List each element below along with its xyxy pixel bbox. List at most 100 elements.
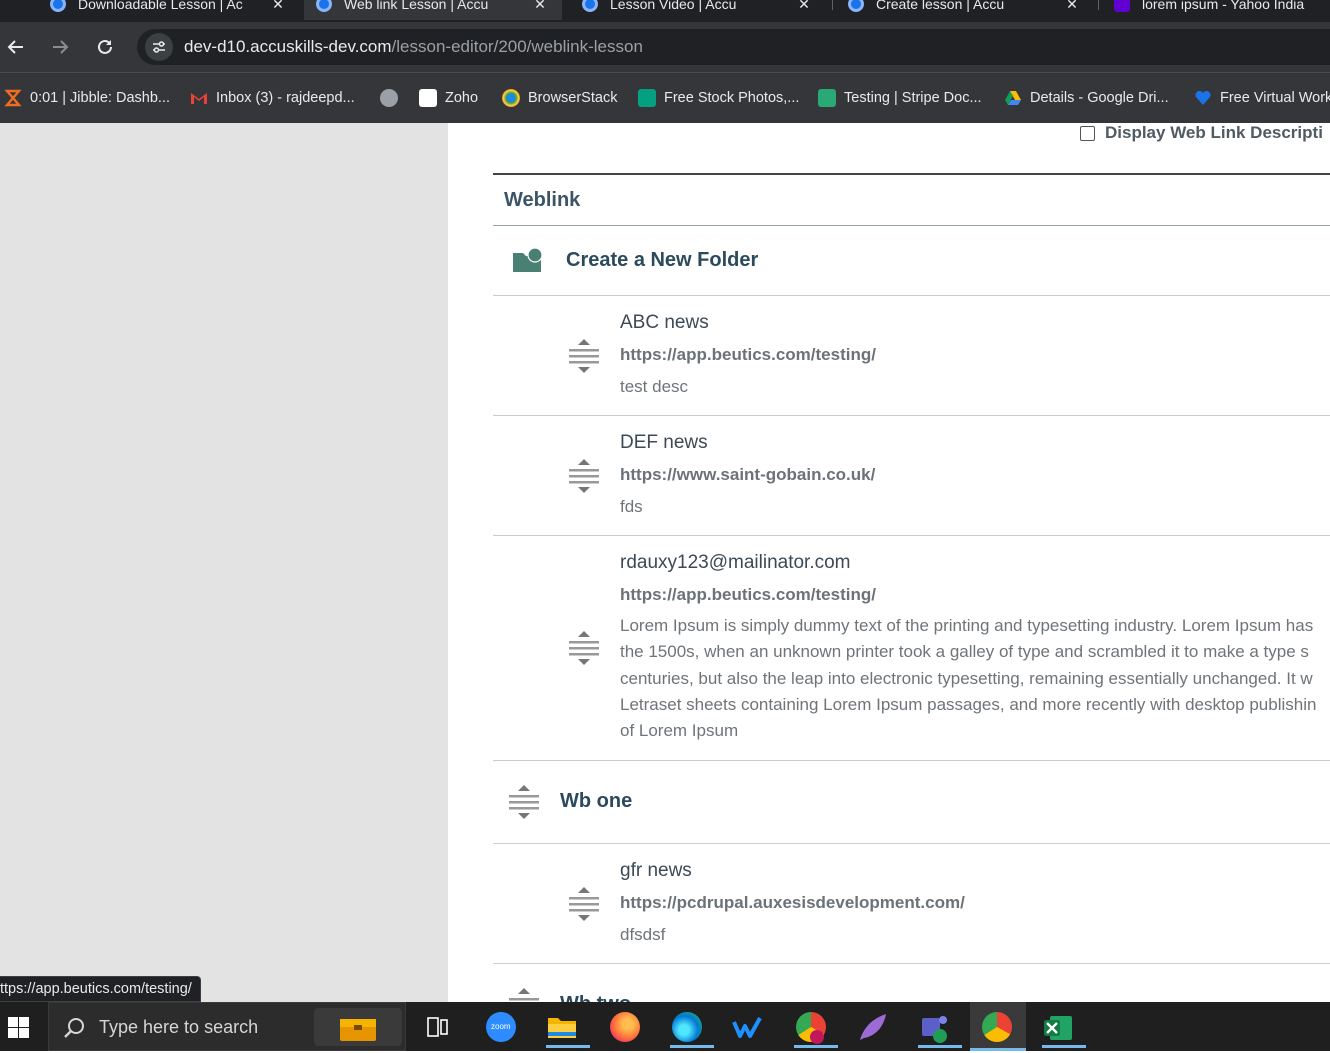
bookmark-gmail[interactable]: Inbox (3) - rajdeepd...: [190, 89, 355, 107]
weblink-description: Lorem Ipsum is simply dummy text of the …: [620, 613, 1330, 744]
bookmark-label: Free Virtual Work: [1220, 90, 1330, 106]
bookmark-stock-photos[interactable]: Free Stock Photos,...: [638, 89, 799, 107]
close-icon[interactable]: ✕: [532, 0, 548, 13]
bookmark-label: BrowserStack: [528, 90, 618, 106]
bookmark-label: Inbox (3) - rajdeepd...: [216, 90, 355, 106]
forward-arrow-icon: [53, 40, 69, 54]
url-host: dev-d10.accuskills-dev.com: [184, 37, 392, 56]
excel-icon[interactable]: [1036, 1008, 1086, 1048]
folder-add-icon: [513, 247, 542, 272]
display-description-toggle[interactable]: Display Web Link Descripti: [1080, 123, 1323, 143]
bookmark-label: Testing | Stripe Doc...: [844, 90, 982, 106]
weblink-title: DEF news: [620, 432, 708, 453]
edge-icon[interactable]: [664, 1008, 714, 1048]
bookmark-google-drive[interactable]: Details - Google Dri...: [1004, 89, 1169, 107]
url-text: dev-d10.accuskills-dev.com/lesson-editor…: [184, 37, 643, 57]
bookmark-label: Details - Google Dri...: [1030, 90, 1169, 106]
active-indicator: [1042, 1045, 1086, 1048]
tab-separator: [832, 0, 833, 10]
file-explorer-icon[interactable]: [540, 1008, 590, 1048]
weblink-description: fds: [620, 497, 643, 516]
zoom-icon[interactable]: zoom: [478, 1008, 522, 1048]
weblink-url[interactable]: https://app.beutics.com/testing/: [620, 585, 876, 605]
firefox-icon[interactable]: [602, 1008, 646, 1048]
tab-yahoo[interactable]: lorem ipsum - Yahoo India: [1102, 0, 1330, 20]
pexels-icon: [638, 89, 656, 107]
bookmark-label: Zoho: [445, 90, 479, 106]
description-line: Lorem Ipsum is simply dummy text of the …: [620, 616, 1314, 635]
chrome-icon[interactable]: [970, 1002, 1026, 1051]
yahoo-icon: [1114, 0, 1130, 12]
reload-button[interactable]: [91, 33, 119, 61]
drag-handle-icon[interactable]: [509, 988, 539, 1002]
close-icon[interactable]: ✕: [270, 0, 286, 13]
folder-group-row[interactable]: Wb two: [493, 964, 1330, 1002]
feather-icon[interactable]: [850, 1008, 894, 1048]
weblink-description: dfsdsf: [620, 925, 666, 944]
globe-icon: [316, 0, 332, 12]
taskbar-search[interactable]: Type here to search: [48, 1002, 406, 1051]
weblink-item: ABC news https://app.beutics.com/testing…: [493, 296, 1330, 416]
tab-title: Create lesson | Accu: [876, 0, 1005, 12]
globe-icon: [848, 0, 864, 12]
link-status-bar: ttps://app.beutics.com/testing/: [0, 976, 201, 1002]
task-view-icon[interactable]: [416, 1008, 460, 1048]
bookmark-label: Free Stock Photos,...: [664, 90, 800, 106]
drag-handle-icon[interactable]: [569, 459, 599, 493]
bookmark-browserstack[interactable]: BrowserStack: [502, 89, 617, 107]
weblink-url[interactable]: https://www.saint-gobain.co.uk/: [620, 465, 875, 485]
address-bar[interactable]: dev-d10.accuskills-dev.com/lesson-editor…: [137, 29, 1330, 65]
globe-icon: [50, 0, 66, 12]
close-icon[interactable]: ✕: [1064, 0, 1080, 13]
tab-downloadable-lesson[interactable]: Downloadable Lesson | Ac ✕: [38, 0, 300, 20]
create-folder-label: Create a New Folder: [566, 249, 759, 271]
back-button[interactable]: [2, 33, 30, 61]
wrike-icon[interactable]: [726, 1008, 770, 1048]
tab-strip: Downloadable Lesson | Ac ✕ Web link Less…: [0, 0, 1330, 22]
tab-title: Downloadable Lesson | Ac: [78, 0, 243, 12]
bookmark-jibble[interactable]: 0:01 | Jibble: Dashb...: [4, 89, 170, 107]
drag-handle-icon[interactable]: [509, 785, 539, 819]
weblink-title: gfr news: [620, 860, 692, 881]
bookmark-zoho[interactable]: Zoho: [419, 89, 478, 107]
weblink-description: test desc: [620, 377, 689, 396]
back-arrow-icon: [7, 40, 23, 54]
windows-start-icon[interactable]: [8, 1017, 29, 1038]
drag-handle-icon[interactable]: [569, 887, 599, 921]
url-path: /lesson-editor/200/weblink-lesson: [391, 37, 643, 56]
teams-icon[interactable]: [912, 1008, 962, 1048]
description-line: the 1500s, when an unknown printer took …: [620, 642, 1309, 662]
tab-lesson-video[interactable]: Lesson Video | Accu ✕: [570, 0, 826, 20]
create-folder-row[interactable]: Create a New Folder: [493, 226, 1330, 296]
stripe-icon: [818, 89, 836, 107]
search-highlight-image: [314, 1008, 402, 1046]
forward-button[interactable]: [46, 33, 74, 61]
folder-group-label: Wb one: [560, 790, 633, 812]
display-description-checkbox[interactable]: [1080, 125, 1095, 141]
folder-group-row[interactable]: Wb one: [493, 761, 1330, 844]
globe-icon: [380, 89, 398, 107]
drag-handle-icon[interactable]: [569, 339, 599, 373]
weblink-url[interactable]: https://app.beutics.com/testing/: [620, 345, 876, 365]
globe-icon: [582, 0, 598, 12]
description-line: of Lorem Ipsum: [620, 721, 739, 741]
tab-web-link-lesson[interactable]: Web link Lesson | Accu ✕: [304, 0, 562, 20]
drag-handle-icon[interactable]: [569, 631, 599, 665]
description-line: centuries, but also the leap into electr…: [620, 668, 1313, 688]
left-panel: [0, 123, 448, 1002]
bookmark-free-virtual-work[interactable]: Free Virtual Work: [1194, 89, 1330, 107]
weblink-title: ABC news: [620, 312, 709, 333]
bookmark-stripe[interactable]: Testing | Stripe Doc...: [818, 89, 982, 107]
search-icon: [64, 1018, 84, 1038]
weblink-item: DEF news https://www.saint-gobain.co.uk/…: [493, 416, 1330, 536]
chrome-profile-icon[interactable]: [788, 1008, 838, 1048]
windows-taskbar: Type here to search zoom: [0, 1002, 1330, 1051]
close-icon[interactable]: ✕: [796, 0, 812, 13]
bookmark-globe[interactable]: [380, 89, 406, 107]
weblink-url[interactable]: https://pcdrupal.auxesisdevelopment.com/: [620, 893, 965, 913]
hourglass-icon: [4, 89, 22, 107]
active-indicator: [670, 1045, 714, 1048]
site-settings-icon[interactable]: [145, 33, 173, 61]
tab-create-lesson[interactable]: Create lesson | Accu ✕: [836, 0, 1094, 20]
search-placeholder: Type here to search: [99, 1017, 259, 1037]
